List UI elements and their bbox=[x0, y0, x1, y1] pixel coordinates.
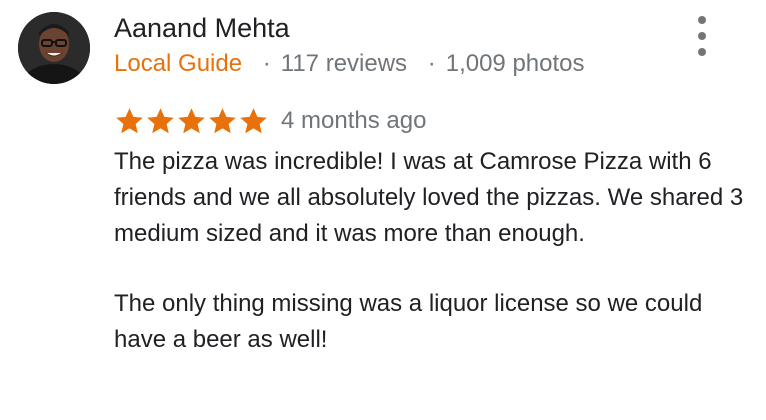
author-name[interactable]: Aanand Mehta bbox=[114, 13, 290, 44]
photo-count: 1,009 photos bbox=[445, 50, 585, 77]
more-dot bbox=[698, 16, 706, 24]
more-dot bbox=[698, 32, 706, 40]
star-rating bbox=[114, 106, 269, 136]
review-count: 117 reviews bbox=[280, 50, 408, 77]
meta-separator: · bbox=[427, 50, 436, 77]
review-time: 4 months ago bbox=[281, 107, 427, 134]
star-icon bbox=[240, 108, 267, 134]
author-avatar[interactable] bbox=[18, 12, 90, 84]
star-icon bbox=[209, 108, 236, 134]
review-text: The pizza was incredible! I was at Camro… bbox=[114, 144, 744, 358]
review-paragraph: The pizza was incredible! I was at Camro… bbox=[114, 148, 744, 247]
local-guide-badge[interactable]: Local Guide bbox=[114, 50, 242, 77]
review-paragraph: The only thing missing was a liquor lice… bbox=[114, 290, 703, 353]
rating-row: 4 months ago bbox=[114, 106, 426, 136]
star-icon bbox=[116, 108, 143, 134]
author-meta: Local Guide · 117 reviews · 1,009 photos bbox=[114, 50, 585, 78]
avatar-image bbox=[18, 12, 90, 84]
more-vert-icon[interactable] bbox=[690, 16, 714, 56]
more-dot bbox=[698, 48, 706, 56]
meta-separator: · bbox=[262, 50, 271, 77]
star-icon bbox=[147, 108, 174, 134]
star-icon bbox=[178, 108, 205, 134]
